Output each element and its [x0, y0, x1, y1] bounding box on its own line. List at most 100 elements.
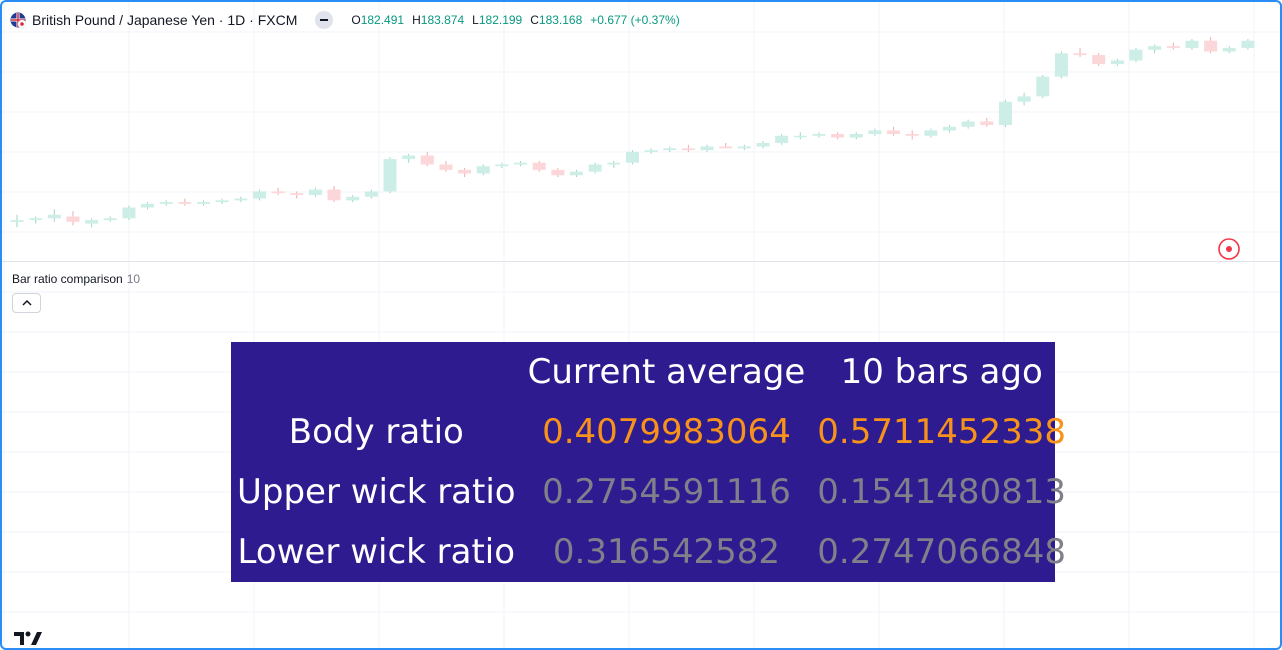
candle[interactable] — [66, 211, 80, 226]
upper-wick-ratio-past: 0.1541480813 — [817, 472, 1067, 512]
candle[interactable] — [197, 200, 210, 206]
high-label: H — [412, 13, 421, 27]
candle[interactable] — [551, 168, 565, 178]
candle[interactable] — [887, 126, 901, 136]
candle-body — [308, 189, 322, 195]
candle[interactable] — [252, 189, 266, 201]
candle[interactable] — [1036, 74, 1050, 99]
candle[interactable] — [308, 187, 322, 197]
candle[interactable] — [1148, 44, 1162, 54]
symbol-title[interactable]: British Pound / Japanese Yen · 1D · FXCM — [32, 12, 297, 28]
candle[interactable] — [383, 157, 397, 194]
open-label: O — [351, 13, 361, 27]
candle[interactable] — [122, 205, 136, 221]
candle[interactable] — [961, 119, 975, 129]
candle[interactable] — [700, 144, 714, 152]
candle-body — [290, 193, 304, 195]
candle[interactable] — [570, 169, 583, 178]
candle[interactable] — [47, 209, 61, 222]
high-value: 183.874 — [420, 13, 465, 27]
candle-body — [420, 155, 434, 165]
candle[interactable] — [271, 187, 285, 195]
indicator-name[interactable]: Bar ratio comparison — [12, 272, 123, 286]
candle[interactable] — [1092, 53, 1106, 66]
candle[interactable] — [1222, 46, 1236, 54]
candle[interactable] — [719, 142, 733, 149]
candle[interactable] — [998, 99, 1012, 127]
candle-body — [495, 164, 509, 167]
candle-body — [1204, 40, 1218, 52]
candle-body — [364, 191, 378, 197]
candle[interactable] — [905, 130, 919, 140]
collapse-legend-button[interactable] — [12, 293, 41, 313]
candle[interactable] — [663, 146, 677, 152]
candle[interactable] — [1166, 42, 1180, 50]
gbp-jpy-flag-icon — [10, 12, 26, 28]
candle[interactable] — [1241, 38, 1255, 50]
candle[interactable] — [234, 196, 248, 203]
candle[interactable] — [588, 162, 602, 174]
candle-body — [10, 220, 24, 222]
candle-body — [402, 155, 416, 160]
candle[interactable] — [644, 148, 658, 154]
hide-legend-button[interactable] — [315, 11, 334, 29]
candle[interactable] — [514, 160, 528, 167]
candle[interactable] — [812, 132, 826, 138]
candle[interactable] — [1073, 47, 1087, 57]
candle[interactable] — [159, 200, 173, 206]
candle[interactable] — [364, 189, 378, 199]
candle[interactable] — [327, 186, 341, 203]
candle-body — [1166, 46, 1180, 48]
candle[interactable] — [458, 168, 472, 178]
candle[interactable] — [85, 218, 99, 228]
lower-wick-ratio-past: 0.2747066848 — [817, 532, 1067, 572]
candle[interactable] — [1185, 38, 1199, 50]
close-value: 183.168 — [538, 13, 583, 27]
candle-body — [719, 146, 733, 149]
candle[interactable] — [1204, 37, 1218, 54]
candle[interactable] — [681, 144, 695, 152]
candle[interactable] — [420, 151, 434, 167]
body-ratio-current: 0.4079983064 — [542, 412, 791, 452]
candle[interactable] — [1054, 51, 1068, 79]
candle[interactable] — [1017, 92, 1031, 106]
candle-body — [625, 151, 639, 163]
candle[interactable] — [831, 132, 845, 140]
candle[interactable] — [943, 125, 956, 133]
candle[interactable] — [1110, 58, 1124, 66]
candle[interactable] — [103, 216, 117, 222]
candle[interactable] — [215, 198, 229, 204]
table-row-upper-wick-ratio: Upper wick ratio 0.2754591116 0.15414808… — [231, 462, 1072, 522]
candle[interactable] — [793, 132, 807, 140]
candle[interactable] — [402, 153, 416, 163]
candle[interactable] — [607, 160, 621, 169]
candle-body — [812, 134, 826, 136]
alert-target-icon[interactable] — [1217, 237, 1241, 261]
candle[interactable] — [980, 117, 994, 127]
candle[interactable] — [141, 202, 155, 210]
candle[interactable] — [625, 150, 639, 165]
candle[interactable] — [495, 162, 509, 169]
candle-body — [924, 130, 938, 136]
candle[interactable] — [178, 198, 192, 206]
candle-body — [271, 191, 285, 194]
price-pane[interactable]: British Pound / Japanese Yen · 1D · FXCM… — [2, 2, 1280, 261]
candle[interactable] — [756, 141, 770, 149]
candle[interactable] — [924, 128, 938, 138]
price-chart[interactable] — [2, 2, 1280, 261]
tradingview-logo[interactable] — [14, 630, 46, 646]
candle[interactable] — [532, 160, 546, 172]
candle-body — [943, 126, 956, 131]
candle[interactable] — [775, 134, 789, 145]
candle[interactable] — [439, 160, 453, 172]
candle[interactable] — [10, 214, 24, 228]
candle-body — [607, 162, 621, 165]
candle[interactable] — [737, 144, 751, 151]
candle[interactable] — [476, 164, 490, 176]
candle[interactable] — [849, 132, 863, 140]
candle[interactable] — [1129, 47, 1143, 63]
candle[interactable] — [29, 216, 43, 224]
candle[interactable] — [346, 194, 360, 203]
indicator-legend[interactable]: Bar ratio comparison 10 — [12, 272, 140, 286]
table-row-lower-wick-ratio: Lower wick ratio 0.316542582 0.274706684… — [231, 522, 1072, 582]
